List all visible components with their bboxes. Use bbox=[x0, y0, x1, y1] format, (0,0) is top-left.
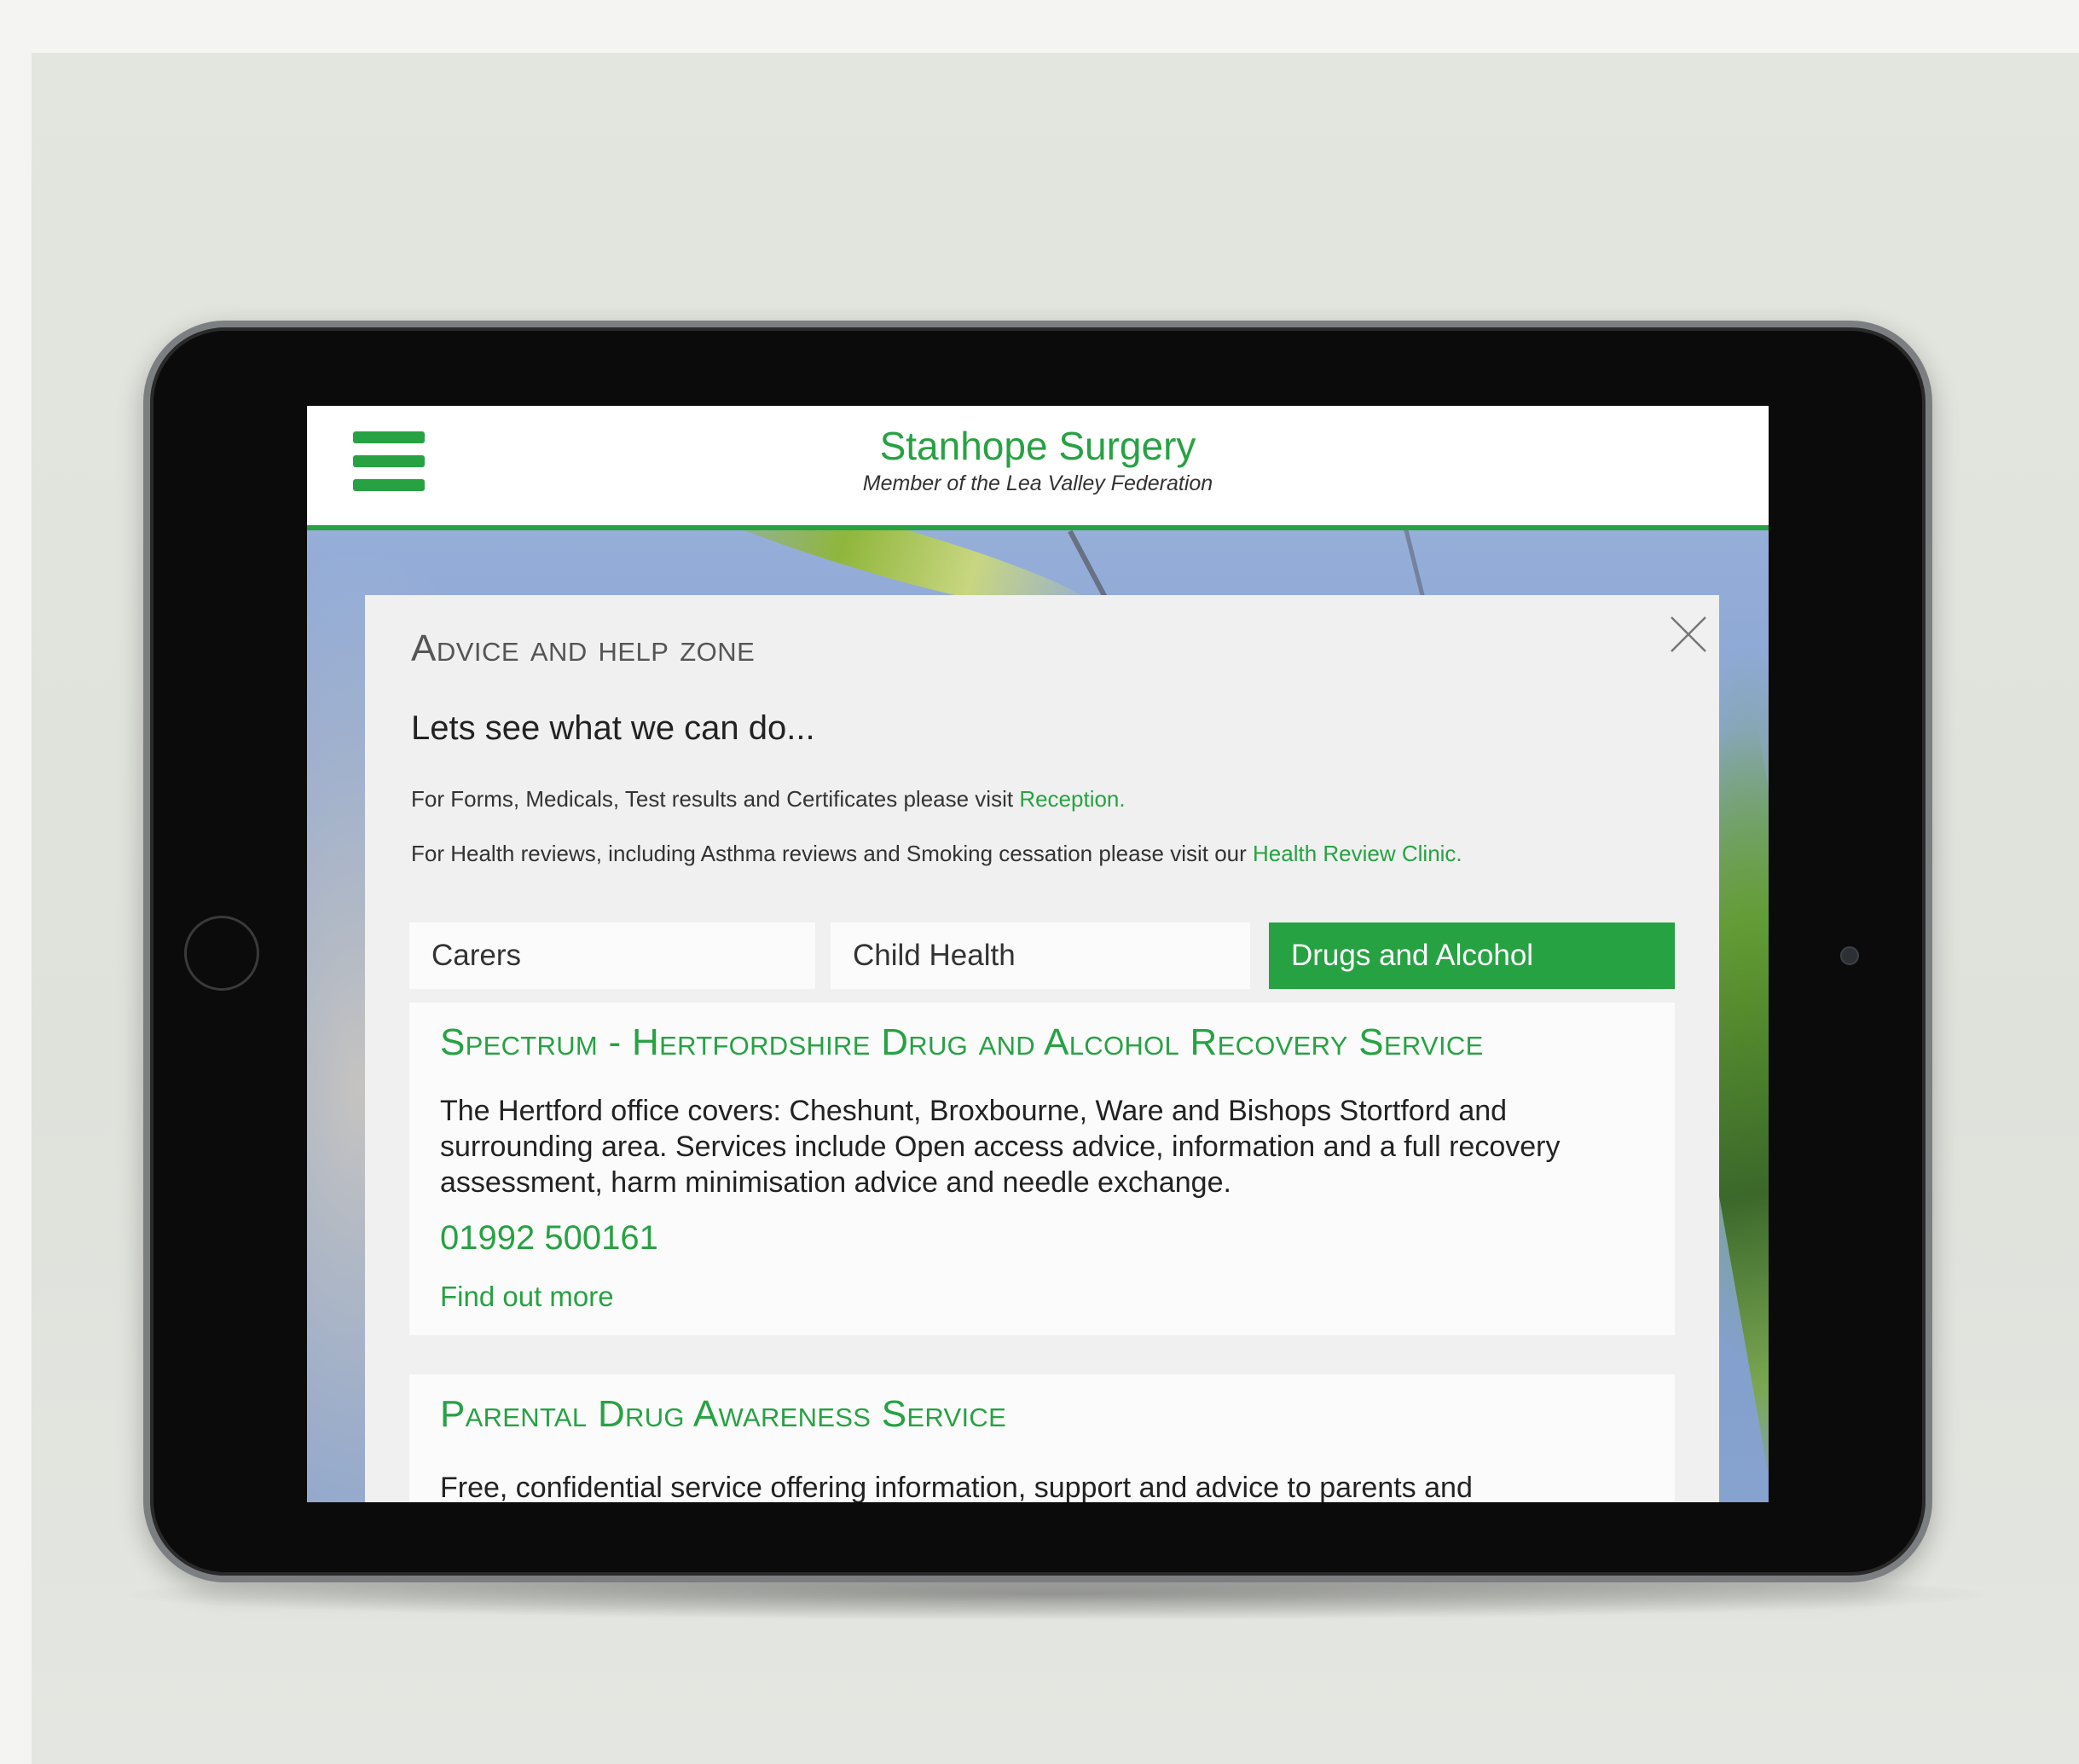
home-button[interactable] bbox=[184, 916, 259, 991]
service-card: Spectrum - Hertfordshire Drug and Alcoho… bbox=[409, 1003, 1675, 1335]
modal-intro: Lets see what we can do... bbox=[411, 709, 815, 747]
site-subtitle: Member of the Lea Valley Federation bbox=[862, 471, 1213, 495]
site-title: Stanhope Surgery bbox=[879, 424, 1196, 468]
camera-icon bbox=[1840, 946, 1859, 965]
find-out-more-link[interactable]: Find out more bbox=[440, 1281, 614, 1313]
service-description: The Hertford office covers: Cheshunt, Br… bbox=[440, 1095, 1561, 1199]
service-card: Parental Drug Awareness Service Free, co… bbox=[409, 1374, 1675, 1502]
service-phone-link[interactable]: 01992 500161 bbox=[440, 1219, 658, 1258]
reception-info-text: For Forms, Medicals, Test results and Ce… bbox=[411, 786, 1020, 812]
service-description: Free, confidential service offering info… bbox=[440, 1472, 1473, 1502]
site-brand[interactable]: Stanhope Surgery Member of the Lea Valle… bbox=[307, 425, 1769, 496]
modal-title: Advice and help zone bbox=[411, 628, 756, 669]
site-header: Stanhope Surgery Member of the Lea Valle… bbox=[307, 406, 1769, 530]
advice-modal: Advice and help zone Lets see what we ca… bbox=[365, 595, 1719, 1502]
tab-carers[interactable]: Carers bbox=[409, 922, 815, 989]
reception-info: For Forms, Medicals, Test results and Ce… bbox=[411, 786, 1126, 813]
tab-child-health[interactable]: Child Health bbox=[831, 922, 1250, 989]
health-review-info-text: For Health reviews, including Asthma rev… bbox=[411, 841, 1254, 866]
close-icon[interactable] bbox=[1668, 614, 1709, 655]
tab-drugs-and-alcohol[interactable]: Drugs and Alcohol bbox=[1269, 922, 1675, 989]
tablet-screen: Stanhope Surgery Member of the Lea Valle… bbox=[307, 406, 1769, 1502]
service-title: Parental Drug Awareness Service bbox=[440, 1393, 1007, 1435]
health-review-info: For Health reviews, including Asthma rev… bbox=[411, 841, 1462, 867]
service-title: Spectrum - Hertfordshire Drug and Alcoho… bbox=[440, 1021, 1484, 1063]
reception-link[interactable]: Reception. bbox=[1019, 786, 1125, 812]
health-review-clinic-link[interactable]: Health Review Clinic. bbox=[1253, 841, 1462, 866]
